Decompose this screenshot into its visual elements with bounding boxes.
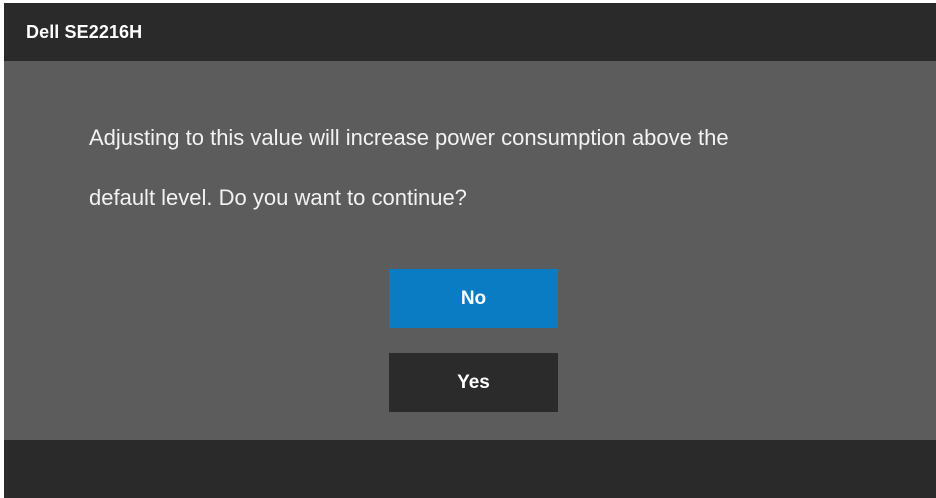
- yes-button[interactable]: Yes: [389, 353, 558, 412]
- osd-dialog: Dell SE2216H Adjusting to this value wil…: [4, 3, 936, 498]
- warning-message-line-2: default level. Do you want to continue?: [89, 185, 467, 210]
- footer-bar: [4, 440, 936, 498]
- title-bar: Dell SE2216H: [4, 3, 936, 61]
- warning-message-line-1: Adjusting to this value will increase po…: [89, 125, 729, 150]
- monitor-model-title: Dell SE2216H: [26, 22, 143, 42]
- no-button[interactable]: No: [389, 269, 558, 328]
- warning-message: Adjusting to this value will increase po…: [89, 108, 889, 228]
